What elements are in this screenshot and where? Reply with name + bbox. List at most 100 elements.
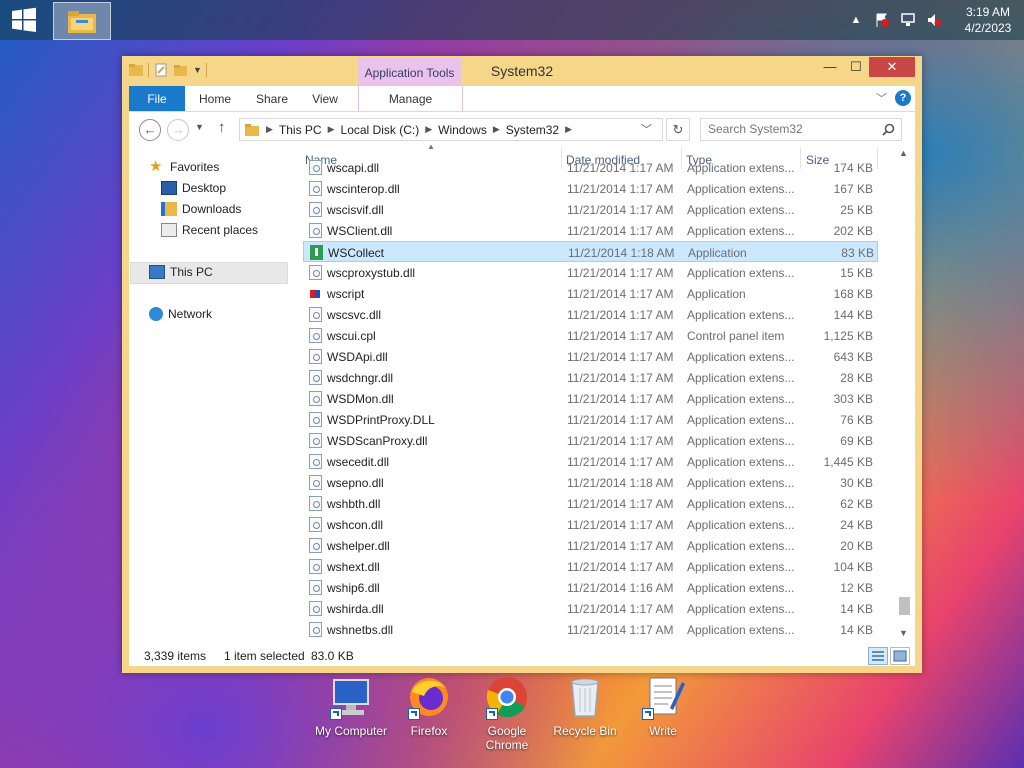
file-row[interactable]: WSDApi.dll 11/21/2014 1:17 AM Application … — [303, 346, 878, 367]
tab-share[interactable]: Share — [251, 86, 293, 111]
file-row[interactable]: wscisvif.dll 11/21/2014 1:17 AM Applicatio… — [303, 199, 878, 220]
navigation-pane: ★ Favorites Desktop Downloads Recent pla… — [129, 145, 291, 645]
file-row[interactable]: wshcon.dll 11/21/2014 1:17 AM Application … — [303, 514, 878, 535]
address-bar[interactable]: ▶ This PC ▶ Local Disk (C:) ▶ Windows ▶ … — [239, 118, 663, 141]
file-date-modified: 11/21/2014 1:17 AM — [567, 602, 674, 616]
title-bar[interactable]: ▼ Application Tools System32 — ☐ ✕ — [122, 56, 922, 86]
desktop-icon — [161, 181, 177, 195]
file-row[interactable]: wshext.dll 11/21/2014 1:17 AM Application … — [303, 556, 878, 577]
content-area: ★ Favorites Desktop Downloads Recent pla… — [129, 145, 915, 645]
scroll-down-icon[interactable]: ▼ — [895, 625, 912, 642]
file-row[interactable]: wscui.cpl 11/21/2014 1:17 AM Control panel… — [303, 325, 878, 346]
file-explorer-icon — [68, 11, 96, 33]
file-row[interactable]: wshbth.dll 11/21/2014 1:17 AM Application … — [303, 493, 878, 514]
nav-desktop[interactable]: Desktop — [161, 178, 226, 198]
file-row[interactable]: wshirda.dll 11/21/2014 1:17 AM Application… — [303, 598, 878, 619]
chevron-up-icon[interactable]: ▲ — [846, 10, 866, 30]
file-row[interactable]: WSDScanProxy.dll 11/21/2014 1:17 AM Applic… — [303, 430, 878, 451]
dll-file-icon — [309, 265, 322, 280]
maximize-button[interactable]: ☐ — [842, 57, 870, 77]
file-size: 12 KB — [840, 581, 873, 595]
breadcrumb-local-disk[interactable]: Local Disk (C:) — [341, 123, 420, 137]
breadcrumb-windows[interactable]: Windows — [438, 123, 487, 137]
desktop-icon-write[interactable]: Write — [623, 674, 703, 738]
recent-locations-chevron-icon[interactable]: ▼ — [195, 122, 204, 132]
file-name: wshelper.dll — [327, 539, 390, 553]
file-row[interactable]: wshelper.dll 11/21/2014 1:17 AM Applicatio… — [303, 535, 878, 556]
explorer-window: ▼ Application Tools System32 — ☐ ✕ File … — [122, 56, 922, 673]
file-row[interactable]: wscproxystub.dll 11/21/2014 1:17 AM Applic… — [303, 262, 878, 283]
forward-button[interactable]: → — [167, 119, 189, 141]
file-row[interactable]: wscsvc.dll 11/21/2014 1:17 AM Application … — [303, 304, 878, 325]
details-view-button[interactable] — [868, 647, 888, 665]
file-row[interactable]: wsepno.dll 11/21/2014 1:18 AM Application … — [303, 472, 878, 493]
properties-icon[interactable] — [153, 62, 169, 78]
dll-file-icon — [309, 517, 322, 532]
chrome-icon — [484, 674, 530, 720]
clock[interactable]: 3:19 AM 4/2/2023 — [952, 4, 1024, 36]
file-date-modified: 11/21/2014 1:17 AM — [567, 518, 674, 532]
tab-manage[interactable]: Manage — [358, 86, 463, 111]
breadcrumb-separator-icon[interactable]: ▶ — [328, 124, 335, 135]
breadcrumb-separator-icon[interactable]: ▶ — [425, 124, 432, 135]
file-name: wscsvc.dll — [327, 308, 382, 322]
tab-file[interactable]: File — [129, 86, 185, 111]
search-input[interactable]: Search System32 — [700, 118, 902, 141]
customize-toolbar-icon[interactable]: ▼ — [193, 65, 202, 75]
file-row[interactable]: WSDMon.dll 11/21/2014 1:17 AM Application … — [303, 388, 878, 409]
breadcrumb-separator-icon: ▶ — [266, 124, 273, 134]
file-row[interactable]: wsdchngr.dll 11/21/2014 1:17 AM Applicatio… — [303, 367, 878, 388]
file-row[interactable]: wscinterop.dll 11/21/2014 1:17 AM Applicat… — [303, 178, 878, 199]
file-row[interactable]: wship6.dll 11/21/2014 1:16 AM Application … — [303, 577, 878, 598]
refresh-icon[interactable]: ↻ — [666, 118, 690, 141]
close-button[interactable]: ✕ — [869, 57, 915, 77]
file-type: Application extens... — [687, 623, 795, 637]
address-dropdown-icon[interactable]: ﹀ — [641, 121, 652, 137]
new-folder-icon[interactable] — [173, 62, 189, 78]
nav-downloads[interactable]: Downloads — [161, 199, 241, 219]
breadcrumb-this-pc[interactable]: This PC — [279, 123, 322, 137]
scroll-up-icon[interactable]: ▲ — [895, 145, 912, 162]
vertical-scrollbar[interactable]: ▲ ▼ — [895, 145, 912, 645]
desktop-icon-google-chrome[interactable]: Google Chrome — [467, 674, 547, 752]
nav-network[interactable]: Network — [149, 304, 212, 324]
taskbar-file-explorer[interactable] — [53, 2, 111, 40]
desktop-icon-recycle-bin[interactable]: Recycle Bin — [545, 674, 625, 738]
file-row[interactable]: wscapi.dll 11/21/2014 1:17 AM Application … — [303, 157, 878, 178]
tab-view[interactable]: View — [305, 86, 345, 111]
minimize-button[interactable]: — — [816, 57, 844, 77]
volume-muted-icon[interactable] — [924, 10, 944, 30]
start-button[interactable] — [6, 4, 42, 36]
scrollbar-thumb[interactable] — [899, 597, 910, 615]
nav-this-pc[interactable]: This PC — [149, 262, 213, 282]
desktop-icon-my-computer[interactable]: My Computer — [311, 674, 391, 738]
tab-home[interactable]: Home — [191, 86, 239, 111]
desktop-icon-firefox[interactable]: Firefox — [389, 674, 469, 738]
breadcrumb-system32[interactable]: System32 — [506, 123, 559, 137]
file-row-selected[interactable]: WSCollect 11/21/2014 1:18 AM Application 83… — [303, 241, 878, 262]
network-icon[interactable] — [898, 10, 918, 30]
back-button[interactable]: ← — [139, 119, 161, 141]
desktop-label-recycle-bin: Recycle Bin — [553, 724, 617, 738]
file-name: wshnetbs.dll — [327, 623, 394, 637]
expand-ribbon-icon[interactable]: ﹀ — [876, 90, 887, 106]
file-row[interactable]: WSDPrintProxy.DLL 11/21/2014 1:17 AM Appli… — [303, 409, 878, 430]
nav-downloads-label: Downloads — [182, 202, 242, 216]
action-center-flag-icon[interactable] — [872, 10, 892, 30]
firefox-icon — [406, 674, 452, 720]
breadcrumb-separator-icon[interactable]: ▶ — [493, 124, 500, 135]
help-icon[interactable]: ? — [895, 90, 911, 106]
file-row[interactable]: wshnetbs.dll 11/21/2014 1:17 AM Applicatio… — [303, 619, 878, 640]
file-size: 24 KB — [840, 518, 873, 532]
up-button[interactable]: ↑ — [218, 119, 226, 136]
search-icon[interactable] — [882, 123, 895, 136]
file-row[interactable]: WSClient.dll 11/21/2014 1:17 AM Applicatio… — [303, 220, 878, 241]
file-row[interactable]: wsecedit.dll 11/21/2014 1:17 AM Applicatio… — [303, 451, 878, 472]
large-icons-view-button[interactable] — [890, 647, 910, 665]
nav-favorites[interactable]: ★ Favorites — [149, 157, 219, 177]
breadcrumb-separator-icon[interactable]: ▶ — [565, 124, 572, 135]
file-row[interactable]: wscript 11/21/2014 1:17 AM Application 168 … — [303, 283, 878, 304]
nav-recent-places[interactable]: Recent places — [161, 220, 258, 240]
application-tools-label: Application Tools — [358, 58, 461, 86]
dll-file-icon — [309, 391, 322, 406]
